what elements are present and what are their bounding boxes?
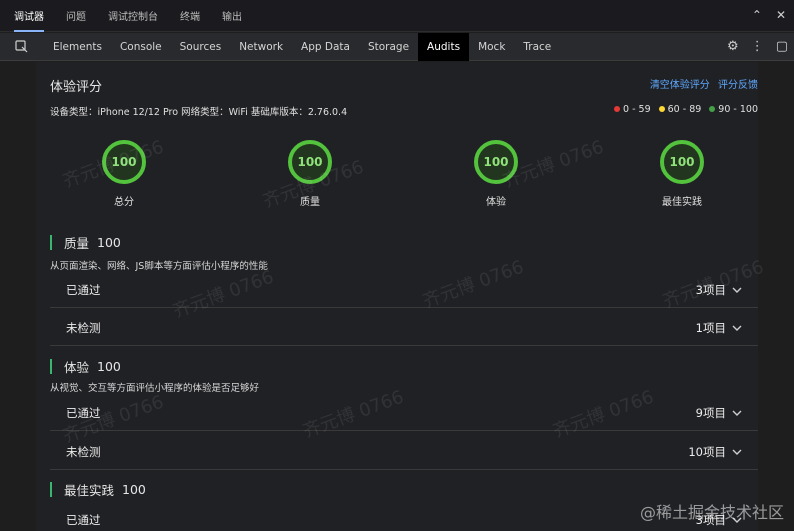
row-label: 已通过	[66, 283, 101, 297]
legend-mid-label: 60 - 89	[667, 104, 702, 115]
row-count: 1项目	[695, 321, 726, 335]
section-title: 最佳实践	[64, 483, 115, 498]
section-description: 从页面渲染、网络、JS脚本等方面评估小程序的性能	[50, 261, 268, 272]
more-icon[interactable]: ⋮	[751, 39, 764, 54]
score-label: 质量	[300, 197, 320, 208]
score-legend: 0 - 59 60 - 89 90 - 100	[614, 104, 758, 115]
tab-trace[interactable]: Trace	[514, 33, 560, 61]
score-label: 总分	[114, 197, 134, 208]
row-count: 3项目	[695, 283, 726, 297]
quality-unchecked-row[interactable]: 未检测 1项目	[50, 311, 758, 346]
row-label: 已通过	[66, 513, 101, 527]
tab-debug-console[interactable]: 调试控制台	[108, 0, 158, 32]
legend-low-label: 0 - 59	[623, 104, 651, 115]
tab-storage[interactable]: Storage	[359, 33, 418, 61]
chevron-down-icon[interactable]	[732, 323, 742, 333]
section-accent-bar	[50, 235, 52, 250]
score-ring: 100	[660, 140, 704, 184]
section-quality-header: 质量 100	[50, 233, 121, 252]
devtools-right-actions: ⚙ ⋮ ▢	[727, 39, 788, 54]
section-description: 从视觉、交互等方面评估小程序的体验是否足够好	[50, 383, 260, 394]
legend-item-high: 90 - 100	[709, 104, 758, 115]
devtools-tab-bar: Elements Console Sources Network App Dat…	[0, 32, 794, 61]
section-accent-bar	[50, 359, 52, 374]
row-count: 10项目	[688, 445, 726, 459]
dock-icon[interactable]: ▢	[776, 39, 788, 54]
section-experience-header: 体验 100	[50, 357, 121, 376]
tab-debugger[interactable]: 调试器	[14, 0, 44, 32]
section-accent-bar	[50, 482, 52, 497]
score-actions: 清空体验评分 评分反馈	[645, 76, 758, 91]
page-title: 体验评分	[50, 80, 103, 95]
section-score: 100	[122, 482, 146, 497]
row-right: 3项目	[696, 282, 742, 298]
tab-terminal[interactable]: 终端	[180, 0, 200, 32]
chevron-down-icon[interactable]	[732, 285, 742, 295]
score-ring: 100	[474, 140, 518, 184]
chevron-down-icon[interactable]	[732, 447, 742, 457]
score-value: 100	[297, 155, 323, 169]
tab-sources[interactable]: Sources	[171, 33, 231, 61]
section-score: 100	[97, 359, 121, 374]
row-right: 1项目	[696, 320, 742, 336]
window-actions: ⌃ ✕	[752, 8, 786, 22]
caret-icon[interactable]: ⌃	[752, 8, 762, 22]
footer-watermark: @稀土掘金技术社区	[639, 503, 784, 522]
section-title: 质量	[64, 236, 90, 251]
section-title: 体验	[64, 360, 90, 375]
tab-issues[interactable]: 问题	[66, 0, 86, 32]
legend-high-label: 90 - 100	[718, 104, 758, 115]
experience-unchecked-row[interactable]: 未检测 10项目	[50, 435, 758, 470]
experience-passed-row[interactable]: 已通过 9项目	[50, 396, 758, 431]
score-gauge-total: 100 总分	[84, 140, 164, 208]
legend-item-low: 0 - 59	[614, 104, 651, 115]
row-right: 9项目	[696, 405, 742, 421]
tab-app-data[interactable]: App Data	[292, 33, 359, 61]
settings-icon[interactable]: ⚙	[727, 39, 739, 54]
tab-console[interactable]: Console	[111, 33, 171, 61]
close-icon[interactable]: ✕	[776, 8, 786, 22]
score-ring: 100	[102, 140, 146, 184]
section-score: 100	[97, 235, 121, 250]
legend-item-mid: 60 - 89	[658, 104, 702, 115]
row-label: 未检测	[66, 445, 101, 459]
score-label: 体验	[486, 197, 506, 208]
score-label: 最佳实践	[662, 197, 702, 208]
tab-network[interactable]: Network	[230, 33, 292, 61]
row-count: 9项目	[695, 406, 726, 420]
score-value: 100	[669, 155, 695, 169]
score-feedback-link[interactable]: 评分反馈	[718, 80, 758, 91]
score-value: 100	[111, 155, 137, 169]
tab-elements[interactable]: Elements	[44, 33, 111, 61]
tab-output[interactable]: 输出	[222, 0, 242, 32]
row-label: 已通过	[66, 406, 101, 420]
score-gauge-quality: 100 质量	[270, 140, 350, 208]
tab-audits[interactable]: Audits	[418, 32, 470, 61]
score-ring: 100	[288, 140, 332, 184]
row-right: 10项目	[688, 444, 742, 460]
audits-panel: 体验评分 清空体验评分 评分反馈 设备类型：iPhone 12/12 Pro 网…	[36, 62, 758, 531]
tab-mock[interactable]: Mock	[469, 33, 514, 61]
top-tab-bar: 调试器 问题 调试控制台 终端 输出 ⌃ ✕	[0, 0, 794, 32]
section-best-practice-header: 最佳实践 100	[50, 480, 146, 499]
inspect-icon[interactable]	[14, 39, 30, 55]
score-value: 100	[483, 155, 509, 169]
chevron-down-icon[interactable]	[732, 408, 742, 418]
device-info: 设备类型：iPhone 12/12 Pro 网络类型：WiFi 基础库版本：2.…	[50, 107, 348, 118]
clear-score-link[interactable]: 清空体验评分	[650, 80, 710, 91]
score-gauge-best-practice: 100 最佳实践	[642, 140, 722, 208]
row-label: 未检测	[66, 321, 101, 335]
quality-passed-row[interactable]: 已通过 3项目	[50, 273, 758, 308]
score-gauge-experience: 100 体验	[456, 140, 536, 208]
